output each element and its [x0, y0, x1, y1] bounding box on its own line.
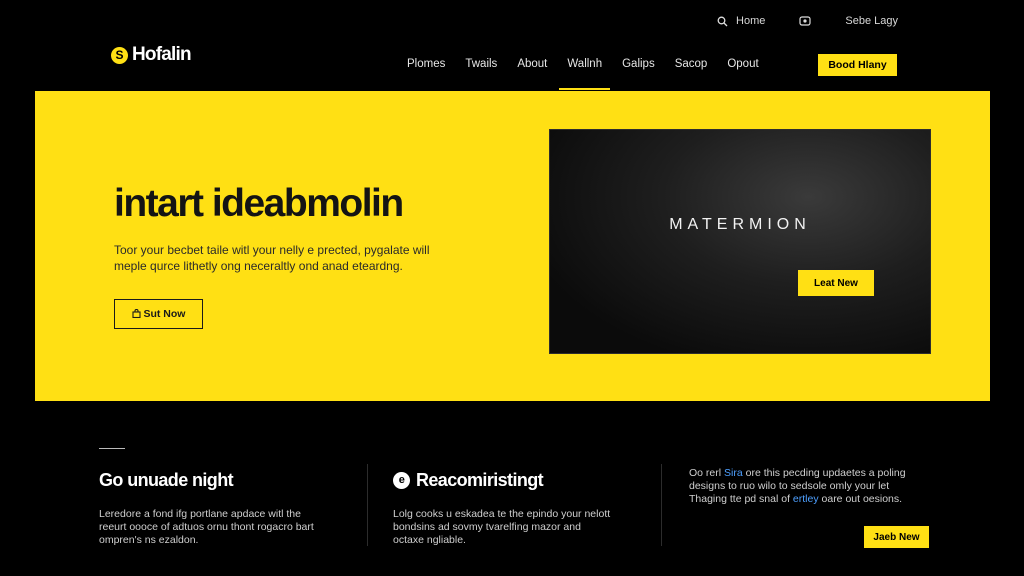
bag-icon: [131, 308, 144, 320]
brand-logo[interactable]: S Hofalin: [111, 44, 192, 66]
nav-item-sacop[interactable]: Sacop: [665, 58, 718, 90]
column-text-line: Lolg cooks u eskadea te the epindo your …: [393, 508, 611, 520]
column-text-line: bondsins ad sovmy tvarelfing mazor and: [393, 521, 581, 533]
media-cta-button[interactable]: Leat New: [798, 270, 874, 296]
column-1-text: Leredore a fond ifg portlane apdace witl…: [99, 508, 359, 547]
nav-item-about[interactable]: About: [507, 58, 557, 90]
brand-name: Hofalin: [132, 44, 192, 65]
main-nav: Plomes Twails About Wallnh Galips Sacop …: [397, 58, 769, 90]
hero-button-label: Sut Now: [143, 308, 186, 320]
column-text-line: octaxe ngliable.: [393, 534, 466, 546]
nav-item-wallnh[interactable]: Wallnh: [557, 58, 612, 90]
media-title: MATERMION: [669, 216, 811, 233]
account-link[interactable]: Sebe Lagy: [845, 15, 898, 27]
text-fragment: Thaging tte pd snal of: [689, 493, 793, 505]
text-fragment: Oo rerl: [689, 467, 725, 479]
column-divider: [661, 464, 662, 546]
nav-item-twails[interactable]: Twails: [455, 58, 507, 90]
text-fragment: oare out oesions.: [818, 493, 903, 505]
hero-title: intart ideabmolin: [114, 182, 404, 225]
user-icon[interactable]: [799, 15, 811, 27]
column-3-text: Oo rerl Sira ore this pecding updaetes a…: [689, 467, 939, 506]
column-1-title: Go unuade night: [99, 470, 234, 490]
column-text-line: Oo rerl Sira ore this pecding updaetes a…: [689, 467, 939, 480]
utility-bar: Home Sebe Lagy: [717, 15, 898, 27]
column-2-text: Lolg cooks u eskadea te the epindo your …: [393, 508, 643, 547]
column-2-title: e Reacomiristingt: [393, 470, 544, 491]
column-text-line: ompren's ns ezaldon.: [99, 534, 199, 546]
hero-description: Toor your becbet taile witl your nelly e…: [114, 242, 459, 274]
nav-item-galips[interactable]: Galips: [612, 58, 665, 90]
text-fragment: ore this pecding updaetes a poling: [742, 467, 906, 479]
circle-e-icon: e: [393, 472, 410, 489]
hero-desc-line: meple qurce lithetly ong neceraltly ond …: [114, 259, 403, 273]
column-3-button[interactable]: Jaeb New: [864, 526, 929, 548]
highlight-link[interactable]: ertley: [793, 493, 819, 505]
section-divider: [99, 448, 125, 449]
hero-desc-line: Toor your becbet taile witl your nelly e…: [114, 243, 430, 257]
search-icon[interactable]: [717, 16, 728, 27]
column-text-line: Thaging tte pd snal of ertley oare out o…: [689, 493, 939, 506]
column-2-title-text: Reacomiristingt: [416, 470, 544, 490]
column-divider: [367, 464, 368, 546]
column-text-line: reeurt oooce of adtuos ornu thont rogacr…: [99, 521, 314, 533]
highlight-link[interactable]: Sira: [724, 467, 743, 479]
hero-banner: intart ideabmolin Toor your becbet taile…: [35, 91, 990, 401]
hero-media-panel: MATERMION Leat New: [549, 129, 931, 354]
logo-mark-icon: S: [111, 46, 128, 64]
nav-item-opout[interactable]: Opout: [717, 58, 768, 90]
column-text-line: designs to ruo wilo to sedsole omly your…: [689, 480, 890, 492]
hero-shop-button[interactable]: Sut Now: [114, 299, 203, 329]
nav-item-plomes[interactable]: Plomes: [397, 58, 455, 90]
home-link[interactable]: Home: [736, 15, 765, 27]
header-cta-button[interactable]: Bood Hlany: [818, 54, 897, 76]
column-text-line: Leredore a fond ifg portlane apdace witl…: [99, 508, 301, 520]
